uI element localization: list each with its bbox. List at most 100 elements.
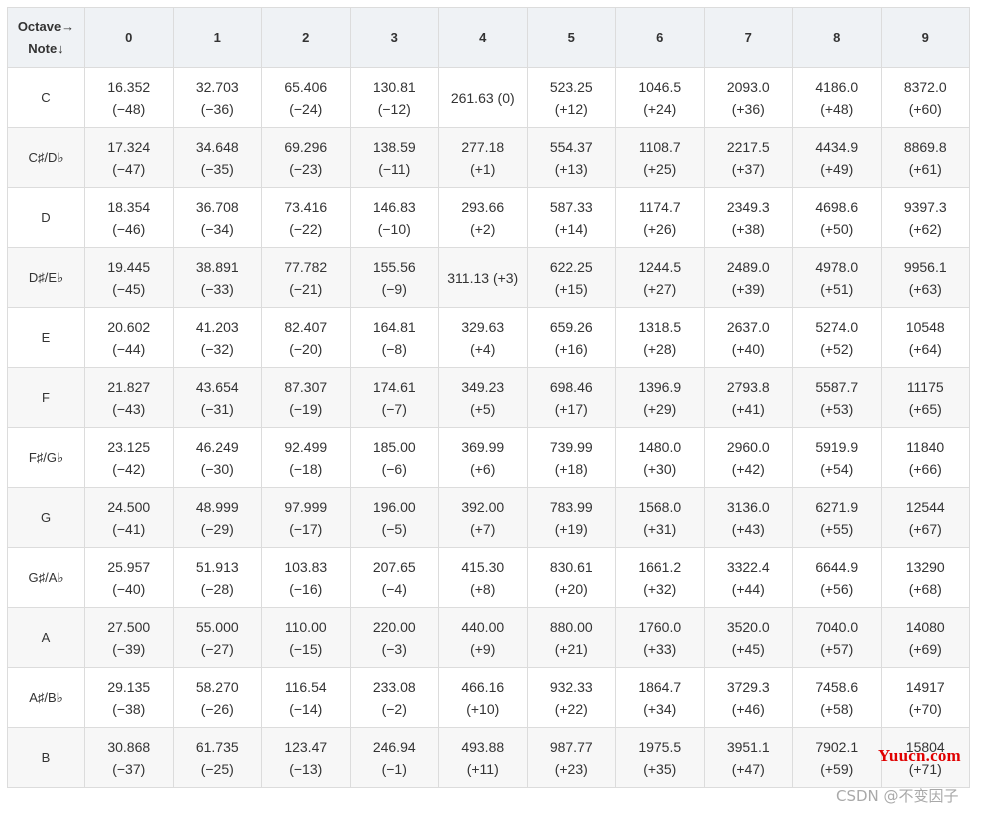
semitone-offset: (+54) [820,460,854,477]
frequency-value: 9956.1 [903,258,947,275]
semitone-offset: (−18) [289,460,323,477]
semitone-offset: (+48) [820,100,854,117]
semitone-offset: (−13) [289,760,323,777]
frequency-value: 880.00 [549,618,593,635]
frequency-value: 3729.3 [726,678,770,695]
semitone-offset: (+18) [554,460,588,477]
semitone-offset: (−1) [381,760,407,777]
table-row: A♯/B♭ 29.135 (−38) 58.270 (−26) 116.54 (−14) 23… [7,667,970,728]
semitone-offset: (+55) [820,520,854,537]
frequency-value: 29.135 [107,678,151,695]
frequency-value: 2960.0 [726,438,770,455]
frequency-cell: 103.83 (−16) [261,547,351,608]
frequency-value: 12544 [905,498,945,515]
semitone-offset: (+8) [470,580,496,597]
frequency-value: 87.307 [284,378,328,395]
semitone-offset: (−45) [112,280,146,297]
frequency-value: 277.18 [461,138,505,155]
semitone-offset: (+38) [731,220,765,237]
note-name-cell: A [7,607,85,668]
frequency-value: 43.654 [195,378,239,395]
frequency-value: 23.125 [107,438,151,455]
semitone-offset: (+42) [731,460,765,477]
frequency-value: 587.33 [549,198,593,215]
frequency-value: 369.99 [461,438,505,455]
table-row: G♯/A♭ 25.957 (−40) 51.913 (−28) 103.83 (−16) 20… [7,547,970,608]
frequency-value: 1480.0 [638,438,682,455]
frequency-cell: 24.500 (−41) [84,487,174,548]
frequency-cell: 233.08 (−2) [349,667,439,728]
frequency-value: 73.416 [284,198,328,215]
frequency-cell: 87.307 (−19) [261,367,351,428]
frequency-value: 1661.2 [638,558,682,575]
semitone-offset: (−44) [112,340,146,357]
frequency-cell: 220.00 (−3) [349,607,439,668]
semitone-offset: (−3) [381,640,407,657]
semitone-offset: (+20) [554,580,588,597]
frequency-value: 293.66 [461,198,505,215]
frequency-cell: 293.66 (+2) [438,187,528,248]
frequency-cell: 880.00 (+21) [526,607,616,668]
frequency-cell: 2637.0 (+40) [703,307,793,368]
semitone-offset: (+47) [731,760,765,777]
note-frequency-table: Octave→ Note↓ 0 1 2 3 4 5 6 7 8 9 C 16.35… [7,7,970,788]
semitone-offset: (−8) [381,340,407,357]
semitone-offset: (+59) [820,760,854,777]
frequency-cell: 30.868 (−37) [84,727,174,788]
frequency-cell: 34.648 (−35) [172,127,262,188]
frequency-value: 27.500 [107,618,151,635]
frequency-cell: 185.00 (−6) [349,427,439,488]
semitone-offset: (+44) [731,580,765,597]
frequency-value: 311.13 [447,269,490,286]
frequency-value: 9397.3 [903,198,947,215]
frequency-value: 8869.8 [903,138,947,155]
frequency-value: 30.868 [107,738,151,755]
octave-header: 2 [261,7,351,68]
frequency-cell: 20.602 (−44) [84,307,174,368]
frequency-cell: 1318.5 (+28) [615,307,705,368]
frequency-value: 1975.5 [638,738,682,755]
frequency-cell: 11175 (+65) [880,367,970,428]
frequency-value: 65.406 [284,78,328,95]
semitone-offset: (+25) [643,160,677,177]
frequency-value: 1244.5 [638,258,682,275]
semitone-offset: (−10) [377,220,411,237]
frequency-value: 164.81 [372,318,416,335]
note-name-cell: F [7,367,85,428]
semitone-offset: (+10) [466,700,500,717]
frequency-value: 103.83 [284,558,328,575]
octave-header: 9 [880,7,970,68]
semitone-offset: (+23) [554,760,588,777]
semitone-offset: (+30) [643,460,677,477]
semitone-offset: (+37) [731,160,765,177]
frequency-cell: 587.33 (+14) [526,187,616,248]
frequency-cell: 207.65 (−4) [349,547,439,608]
frequency-cell: 17.324 (−47) [84,127,174,188]
frequency-value: 4186.0 [815,78,859,95]
frequency-value: 220.00 [372,618,416,635]
frequency-value: 5587.7 [815,378,859,395]
frequency-cell: 116.54 (−14) [261,667,351,728]
frequency-cell: 261.63 (0) [438,67,528,128]
semitone-offset: (−6) [381,460,407,477]
frequency-cell: 392.00 (+7) [438,487,528,548]
semitone-offset: (−43) [112,400,146,417]
frequency-value: 34.648 [195,138,239,155]
frequency-value: 415.30 [461,558,505,575]
semitone-offset: (+62) [908,220,942,237]
semitone-offset: (+43) [731,520,765,537]
frequency-cell: 277.18 (+1) [438,127,528,188]
semitone-offset: (+63) [908,280,942,297]
semitone-offset: (+2) [470,220,496,237]
frequency-cell: 32.703 (−36) [172,67,262,128]
frequency-cell: 48.999 (−29) [172,487,262,548]
frequency-value: 58.270 [195,678,239,695]
semitone-offset: (−29) [200,520,234,537]
semitone-offset: (+15) [554,280,588,297]
frequency-cell: 3951.1 (+47) [703,727,793,788]
frequency-cell: 2489.0 (+39) [703,247,793,308]
semitone-offset: (−40) [112,580,146,597]
frequency-cell: 46.249 (−30) [172,427,262,488]
frequency-value: 1864.7 [638,678,682,695]
frequency-value: 3520.0 [726,618,770,635]
